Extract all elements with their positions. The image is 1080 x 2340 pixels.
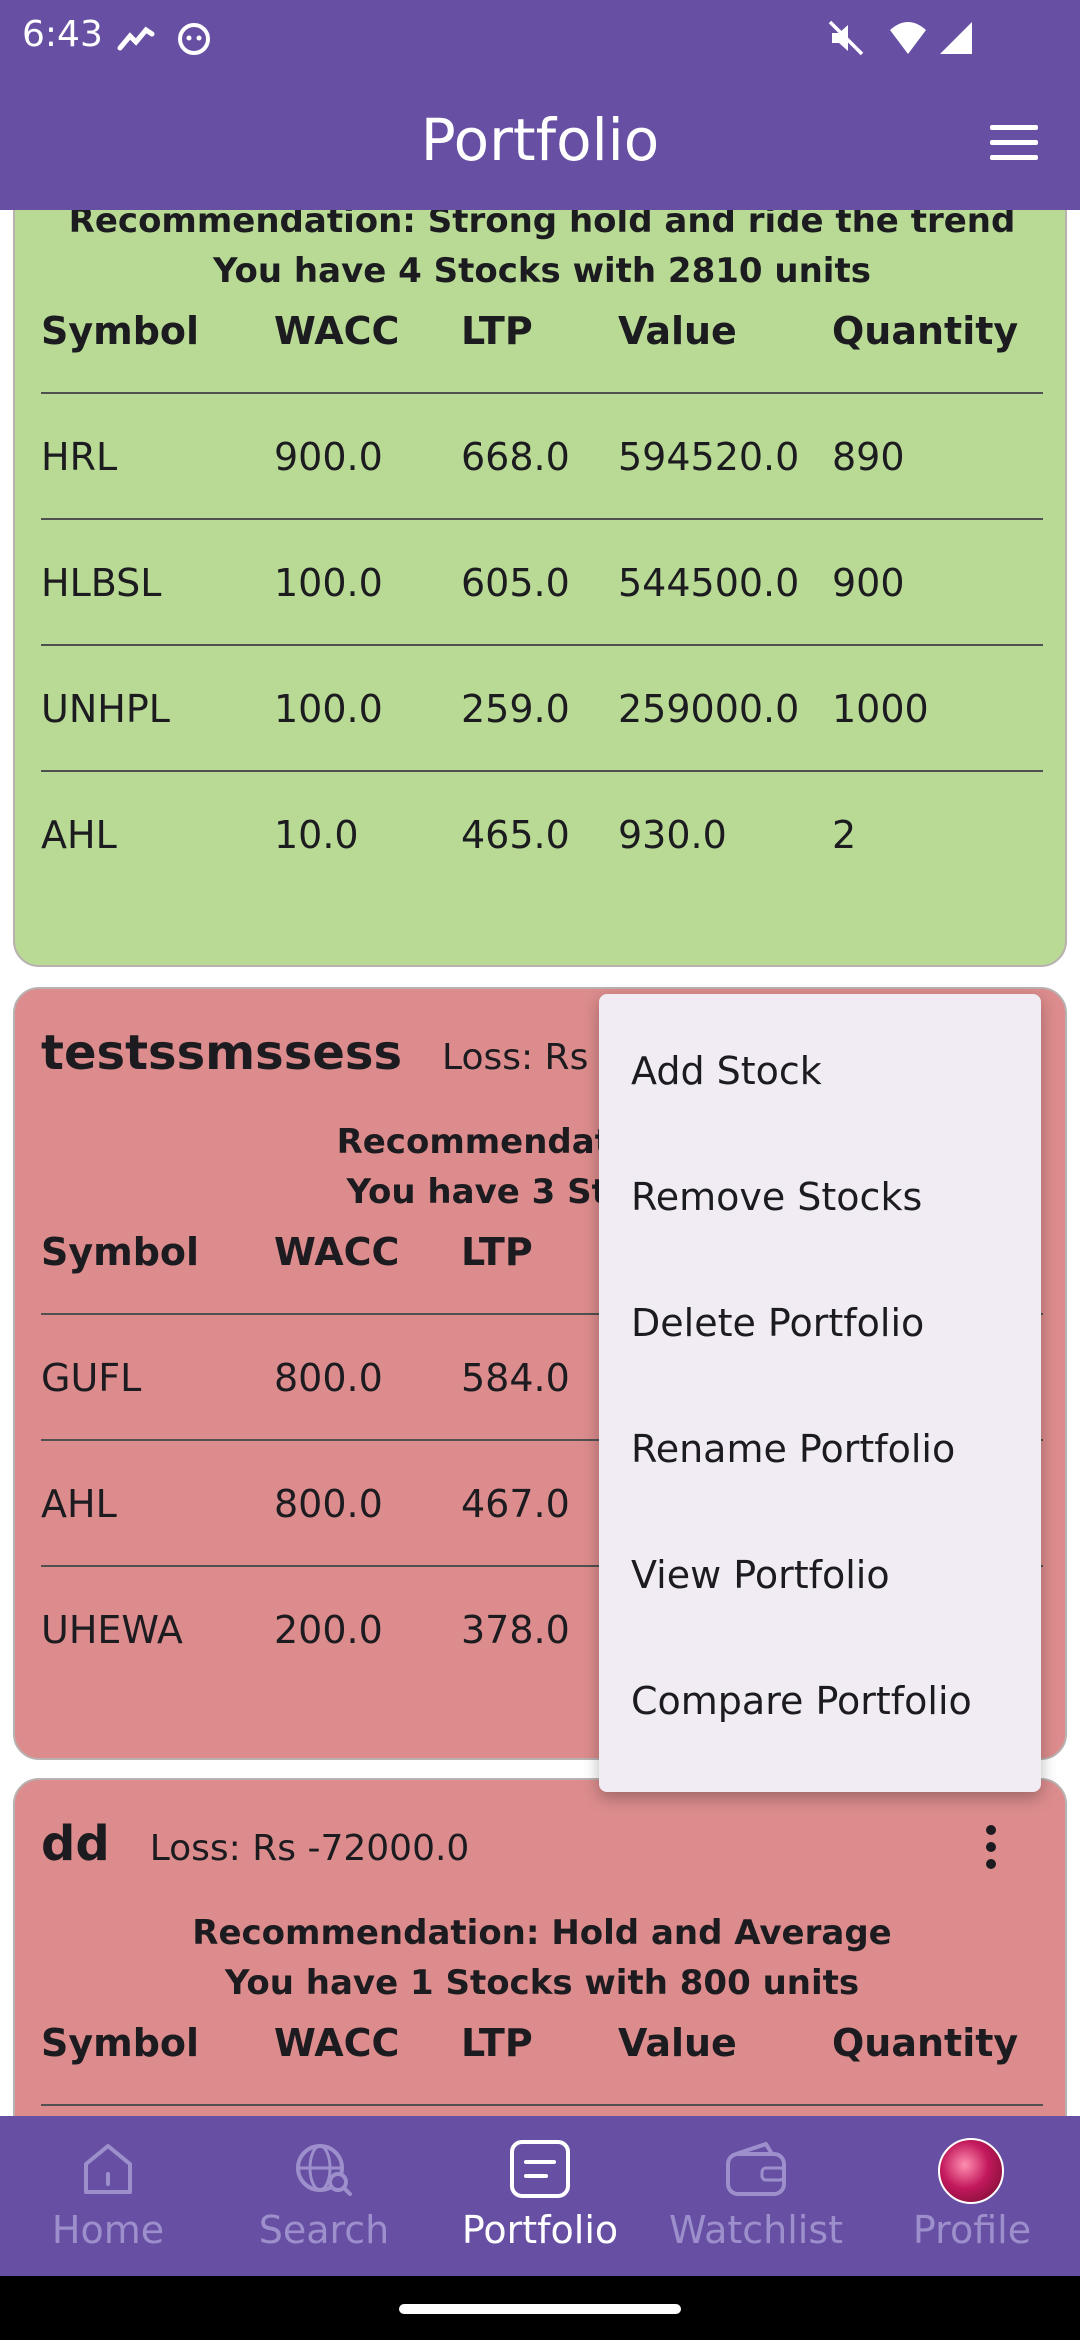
cell-ltp: 465.0	[461, 813, 570, 857]
header-symbol: Symbol	[41, 309, 200, 353]
recommendation-text: Recommendation: Strong hold and ride the…	[68, 210, 1016, 241]
status-bar: 6:43	[0, 0, 1080, 76]
holdings-table: Symbol WACC LTP Value Quantity HRL 900.0…	[41, 268, 1043, 898]
menu-item-compare-portfolio[interactable]: Compare Portfolio	[599, 1638, 1041, 1764]
recommendation-text: Recommendation: Hold and Average	[192, 1913, 892, 1953]
gesture-handle[interactable]	[399, 2304, 681, 2314]
nav-search-label: Search	[258, 2208, 390, 2252]
table-row: UNHPL 100.0 259.0 259000.0 1000	[41, 646, 1043, 772]
nav-home-label: Home	[51, 2208, 165, 2252]
cell-quantity: 900	[832, 561, 905, 605]
mute-icon	[828, 20, 864, 56]
nav-portfolio[interactable]: Portfolio	[432, 2116, 648, 2276]
header-wacc: WACC	[274, 1230, 400, 1274]
cell-ltp: 259.0	[461, 687, 570, 731]
portfolio-loss: Loss: Rs -72000.0	[149, 1828, 470, 1869]
table-row: HLBSL 100.0 605.0 544500.0 900	[41, 520, 1043, 646]
hamburger-menu-icon[interactable]	[986, 121, 1042, 165]
cell-wacc: 10.0	[274, 813, 359, 857]
cat-face-icon	[178, 23, 210, 55]
card-header: testssmssess Loss: Rs -40	[41, 1025, 659, 1085]
header-symbol: Symbol	[41, 2021, 200, 2065]
wifi-icon	[890, 22, 926, 54]
cell-symbol: UNHPL	[41, 687, 170, 731]
page-title: Portfolio	[420, 106, 660, 174]
header-wacc: WACC	[274, 309, 400, 353]
header-ltp: LTP	[461, 1230, 533, 1274]
cell-ltp: 584.0	[461, 1356, 570, 1400]
cell-symbol: UHEWA	[41, 1608, 183, 1652]
cell-value: 594520.0	[618, 435, 800, 479]
header-wacc: WACC	[274, 2021, 400, 2065]
nav-profile-label: Profile	[912, 2208, 1032, 2252]
cell-wacc: 200.0	[274, 1608, 383, 1652]
chart-icon	[117, 26, 155, 51]
wallet-icon	[726, 2142, 786, 2196]
holdings-table: Symbol WACC LTP Value Quantity	[41, 1980, 1043, 2106]
header-value: Value	[618, 309, 737, 353]
header-ltp: LTP	[461, 309, 533, 353]
cell-symbol: AHL	[41, 1482, 117, 1526]
cell-wacc: 800.0	[274, 1482, 383, 1526]
table-header-row: Symbol WACC LTP Value Quantity	[41, 268, 1043, 394]
cell-wacc: 900.0	[274, 435, 383, 479]
table-row: HRL 900.0 668.0 594520.0 890	[41, 394, 1043, 520]
menu-item-view-portfolio[interactable]: View Portfolio	[599, 1512, 1041, 1638]
cell-symbol: AHL	[41, 813, 117, 857]
cell-ltp: 467.0	[461, 1482, 570, 1526]
status-time: 6:43	[22, 14, 103, 55]
more-options-icon[interactable]	[985, 1824, 997, 1870]
header-value: Value	[618, 2021, 737, 2065]
cell-wacc: 100.0	[274, 561, 383, 605]
bottom-navigation: Home Search Portfolio Watchlist Profile	[0, 2116, 1080, 2276]
header-ltp: LTP	[461, 2021, 533, 2065]
cell-symbol: GUFL	[41, 1356, 142, 1400]
menu-item-delete-portfolio[interactable]: Delete Portfolio	[599, 1260, 1041, 1386]
cell-symbol: HLBSL	[41, 561, 162, 605]
cell-value: 544500.0	[618, 561, 800, 605]
portfolio-card[interactable]: Recommendation: Strong hold and ride the…	[13, 210, 1067, 967]
cell-quantity: 2	[832, 813, 857, 857]
header-quantity: Quantity	[832, 309, 1019, 353]
system-navigation-bar	[0, 2276, 1080, 2340]
portfolio-options-menu: Add Stock Remove Stocks Delete Portfolio…	[599, 994, 1041, 1792]
cell-quantity: 1000	[832, 687, 929, 731]
header-symbol: Symbol	[41, 1230, 200, 1274]
cell-value: 930.0	[618, 813, 727, 857]
nav-profile[interactable]: Profile	[864, 2116, 1080, 2276]
top-app-bar: Portfolio	[0, 76, 1080, 210]
menu-item-remove-stocks[interactable]: Remove Stocks	[599, 1134, 1041, 1260]
portfolio-name: dd	[41, 1816, 110, 1872]
cell-symbol: HRL	[41, 435, 118, 479]
table-row: AHL 10.0 465.0 930.0 2	[41, 772, 1043, 898]
nav-search[interactable]: Search	[216, 2116, 432, 2276]
portfolio-icon	[510, 2140, 570, 2198]
nav-watchlist-label: Watchlist	[668, 2208, 844, 2252]
home-icon	[84, 2144, 132, 2194]
cell-ltp: 605.0	[461, 561, 570, 605]
card-header: dd Loss: Rs -72000.0	[41, 1816, 469, 1876]
cell-ltp: 668.0	[461, 435, 570, 479]
avatar	[938, 2138, 1004, 2204]
portfolio-name: testssmssess	[41, 1025, 403, 1081]
table-header-row: Symbol WACC LTP Value Quantity	[41, 1980, 1043, 2106]
cell-wacc: 800.0	[274, 1356, 383, 1400]
cell-value: 259000.0	[618, 687, 800, 731]
nav-watchlist[interactable]: Watchlist	[648, 2116, 864, 2276]
cell-quantity: 890	[832, 435, 905, 479]
cell-ltp: 378.0	[461, 1608, 570, 1652]
nav-portfolio-label: Portfolio	[461, 2208, 619, 2252]
signal-icon	[940, 22, 972, 54]
nav-home[interactable]: Home	[0, 2116, 216, 2276]
cell-wacc: 100.0	[274, 687, 383, 731]
globe-search-icon	[296, 2144, 352, 2196]
menu-item-rename-portfolio[interactable]: Rename Portfolio	[599, 1386, 1041, 1512]
header-quantity: Quantity	[832, 2021, 1019, 2065]
portfolio-card[interactable]: dd Loss: Rs -72000.0 Recommendation: Hol…	[13, 1778, 1067, 2116]
menu-item-add-stock[interactable]: Add Stock	[599, 1008, 1041, 1134]
